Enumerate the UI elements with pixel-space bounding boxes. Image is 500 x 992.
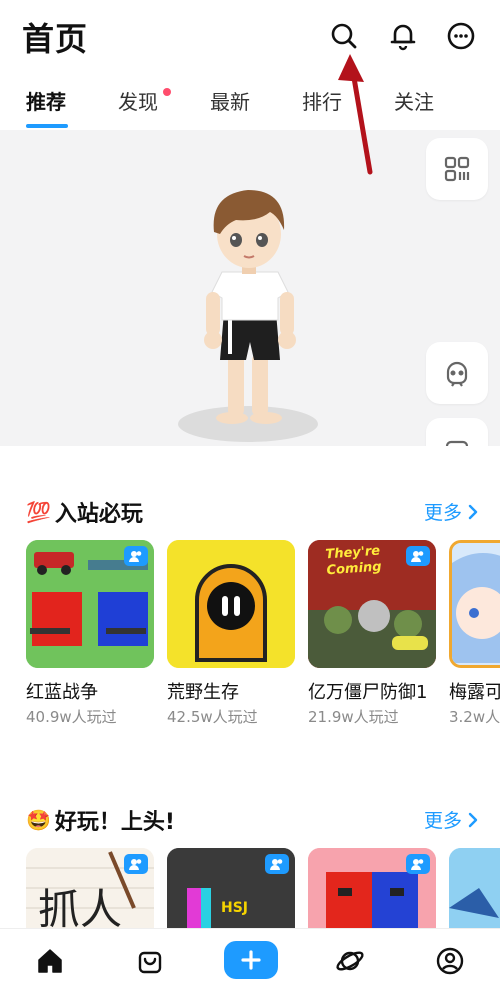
game-card[interactable] (308, 848, 436, 928)
bottom-nav (0, 928, 500, 992)
game-thumbnail (449, 540, 500, 668)
chevron-right-icon (468, 504, 478, 519)
more-button[interactable]: 更多 (424, 498, 478, 525)
hundred-emoji-icon: 💯 (26, 500, 51, 524)
play-count: 21.9w人玩过 (308, 708, 399, 726)
shop-bag-icon[interactable] (130, 941, 170, 981)
active-tab-indicator (26, 124, 68, 128)
thumbnail-caption: 抓人 (38, 885, 123, 928)
game-name: 梅露可湖心圣 (449, 682, 500, 703)
section-title: 🤩 好玩！上头! (26, 808, 175, 835)
home-icon[interactable] (30, 941, 70, 981)
game-card-row: 红蓝战争 40.9w人玩过 荒野生存 42.5w人玩过 They're Comi… (26, 540, 500, 780)
search-icon[interactable] (328, 18, 360, 54)
chat-icon[interactable] (445, 18, 477, 54)
section-title: 💯 入站必玩 (26, 500, 143, 527)
top-header: 首页 (0, 0, 500, 72)
game-thumbnail: HSJ (167, 848, 295, 928)
multiplayer-badge (124, 854, 148, 874)
section-header-fun: 🤩 好玩！上头! 更多 (26, 804, 482, 836)
game-card[interactable]: 梅露可湖心圣 3.2w人玩过 (449, 540, 500, 727)
game-thumbnail: 抓人 (26, 848, 154, 928)
game-thumbnail: They're Coming (308, 540, 436, 668)
avatar-character[interactable] (176, 184, 326, 444)
play-count: 3.2w人玩过 (449, 708, 500, 726)
game-card[interactable]: 抓人 (26, 848, 154, 928)
chevron-right-icon (468, 812, 478, 827)
game-card[interactable] (449, 848, 500, 928)
multiplayer-badge (265, 854, 289, 874)
game-thumbnail (449, 848, 500, 928)
game-name: 亿万僵尸防御1 (308, 682, 428, 703)
qr-code-icon[interactable] (426, 138, 488, 200)
tab-ranking[interactable]: 排行 (302, 86, 342, 115)
tab-recommend[interactable]: 推荐 (26, 86, 66, 115)
multiplayer-badge (406, 546, 430, 566)
face-icon[interactable] (426, 342, 488, 404)
game-card[interactable]: HSJ (167, 848, 295, 928)
game-name: 荒野生存 (167, 682, 239, 703)
play-count: 42.5w人玩过 (167, 708, 258, 726)
profile-icon[interactable] (430, 941, 470, 981)
tab-bar: 推荐 发现 最新 排行 关注 (0, 80, 500, 128)
game-card[interactable]: They're Coming 亿万僵尸防御1 21.9w人玩过 (308, 540, 436, 727)
multiplayer-badge (124, 546, 148, 566)
create-plus-icon[interactable] (224, 941, 278, 979)
game-thumbnail (167, 540, 295, 668)
play-count: 40.9w人玩过 (26, 708, 117, 726)
planet-icon[interactable] (330, 941, 370, 981)
tab-latest[interactable]: 最新 (210, 86, 250, 115)
wardrobe-icon[interactable] (426, 418, 488, 446)
game-card[interactable]: 红蓝战争 40.9w人玩过 (26, 540, 154, 727)
game-card[interactable]: 荒野生存 42.5w人玩过 (167, 540, 295, 727)
game-thumbnail (26, 540, 154, 668)
avatar-banner[interactable] (0, 130, 500, 446)
game-name: 红蓝战争 (26, 682, 98, 703)
section-header-must-play: 💯 入站必玩 更多 (26, 496, 482, 528)
game-card-row: 抓人 HSJ (26, 848, 500, 928)
thumbnail-caption: HSJ (221, 900, 249, 916)
notification-dot (163, 88, 171, 96)
star-eyes-emoji-icon: 🤩 (26, 808, 51, 832)
bell-icon[interactable] (387, 18, 419, 54)
more-button[interactable]: 更多 (424, 806, 478, 833)
tab-discover[interactable]: 发现 (118, 86, 158, 115)
multiplayer-badge (406, 854, 430, 874)
page-title: 首页 (22, 20, 89, 58)
tab-follow[interactable]: 关注 (394, 86, 434, 115)
game-thumbnail (308, 848, 436, 928)
